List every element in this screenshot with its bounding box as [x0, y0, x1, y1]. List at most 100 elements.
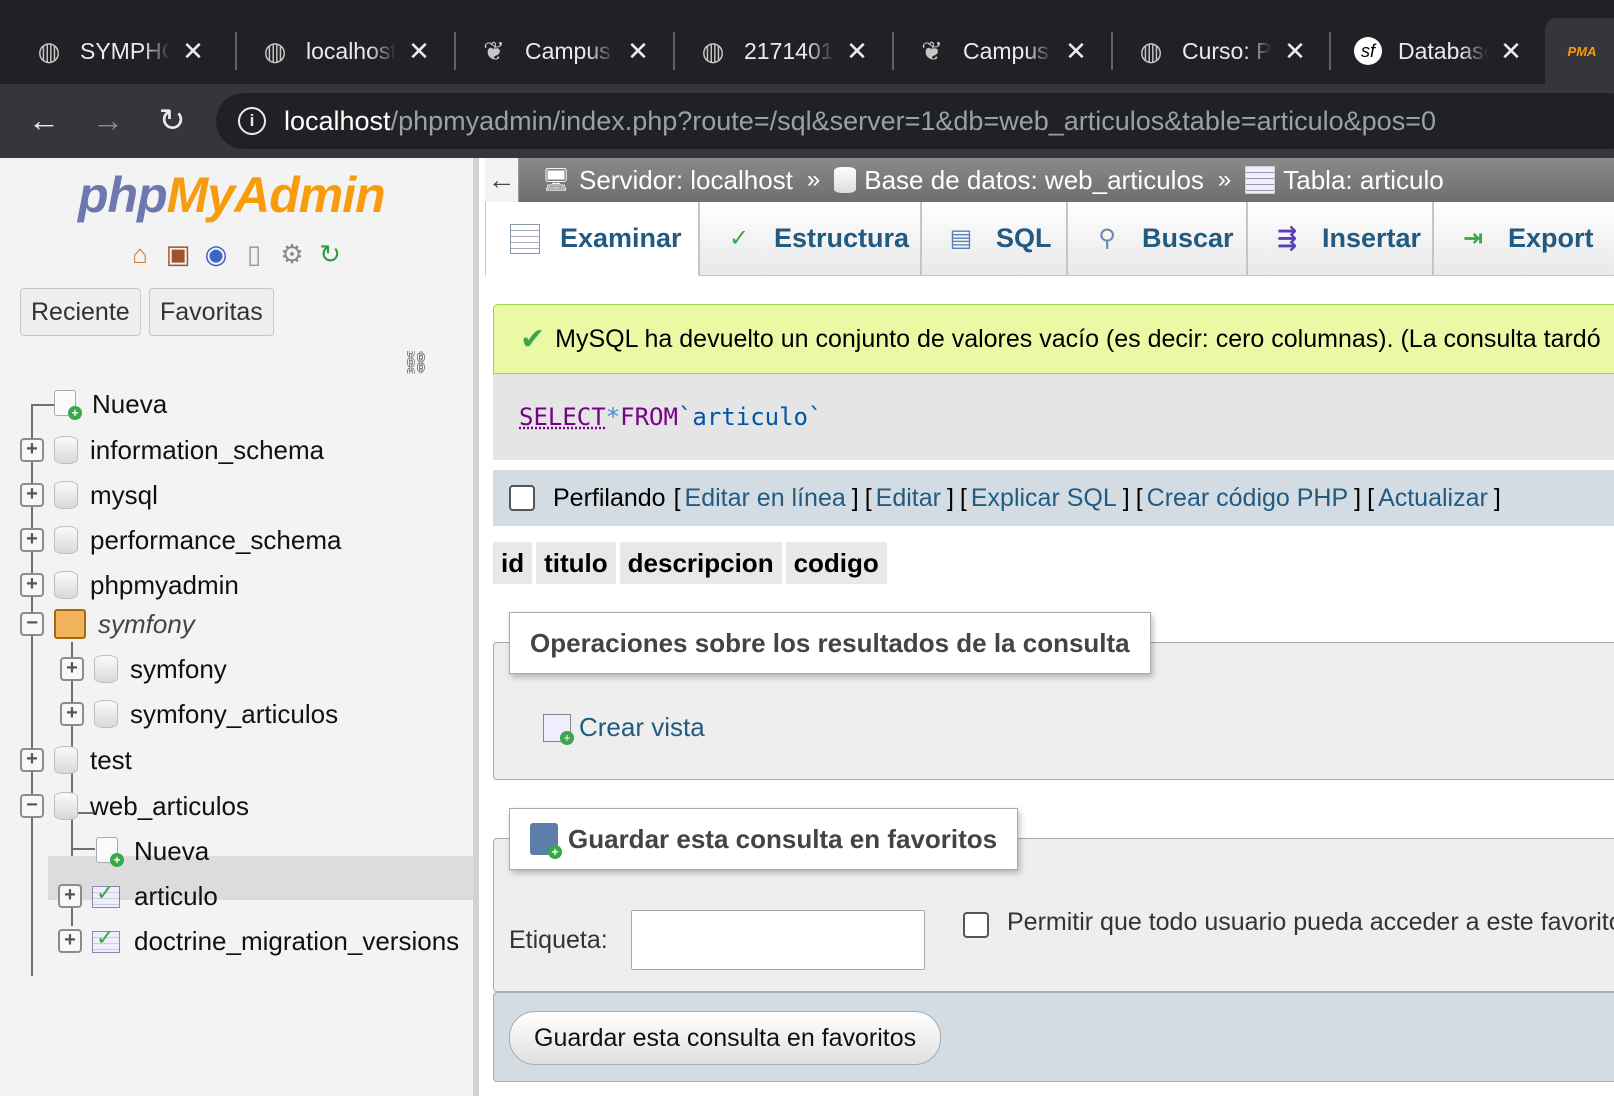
url-text[interactable]: localhost/phpmyadmin/index.php?route=/sq… [284, 106, 1436, 137]
tree-item-new-table[interactable]: + Nueva [62, 831, 209, 871]
create-php-code-link[interactable]: Crear código PHP [1147, 484, 1348, 513]
browser-tab[interactable]: ❦ Campus ✕ [895, 18, 1089, 84]
link-icon[interactable]: ⛓ [402, 350, 430, 376]
expand-icon[interactable]: + [20, 528, 44, 552]
home-icon[interactable]: ⌂ [124, 238, 156, 270]
tree-item-label: symfony [98, 608, 195, 639]
tree-item-symfony[interactable]: + symfony [60, 649, 227, 689]
tab-browse[interactable]: Examinar [485, 202, 699, 276]
help-icon[interactable]: ◉ [200, 238, 232, 270]
tree-item-new[interactable]: + Nueva [20, 384, 167, 424]
tree-item-label: performance_schema [90, 524, 342, 555]
edit-link[interactable]: Editar [876, 484, 941, 513]
refresh-icon[interactable]: ↻ [314, 238, 346, 270]
tree-item-label: mysql [90, 479, 158, 510]
collapse-icon[interactable]: − [20, 794, 44, 818]
edit-inline-link[interactable]: Editar en línea [685, 484, 846, 513]
close-icon[interactable]: ✕ [1498, 36, 1524, 67]
tree-item-web-articulos[interactable]: − web_articulos [20, 786, 249, 826]
database-icon [54, 746, 78, 774]
expand-icon[interactable]: + [20, 748, 44, 772]
docs-icon[interactable]: ▯ [238, 238, 270, 270]
save-bookmark-button[interactable]: Guardar esta consulta en favoritos [509, 1011, 942, 1065]
column-header[interactable]: titulo [536, 542, 616, 584]
browser-tab[interactable]: ❦ Campus ✕ [457, 18, 651, 84]
tab-label: Examinar [560, 223, 682, 253]
collapse-nav-button[interactable]: ← [485, 158, 519, 202]
shared-bookmark-checkbox[interactable] [963, 912, 989, 938]
logo-php: php [78, 167, 168, 223]
browser-tab[interactable]: ◍ SYMPHONY ✕ [12, 18, 206, 84]
forward-button[interactable]: → [86, 98, 130, 142]
browser-tab[interactable]: ◍ 2171401 ✕ [676, 18, 870, 84]
tree-item-label: Nueva [92, 388, 168, 419]
database-icon [54, 792, 78, 820]
tab-search[interactable]: ⚲ Buscar [1067, 202, 1247, 276]
expand-icon[interactable]: + [58, 884, 82, 908]
address-bar[interactable]: i localhost/phpmyadmin/index.php?route=/… [216, 93, 1614, 149]
collapse-icon[interactable]: − [20, 612, 44, 636]
server-icon: 🖥 [542, 167, 570, 192]
profiling-checkbox[interactable] [509, 485, 535, 511]
tab-structure[interactable]: ✓ Estructura [699, 202, 921, 276]
expand-icon[interactable]: + [20, 438, 44, 462]
tab-sql[interactable]: ▤ SQL [921, 202, 1067, 276]
breadcrumb-separator: » [1217, 166, 1232, 193]
refresh-link[interactable]: Actualizar [1378, 484, 1488, 513]
column-header[interactable]: codigo [785, 542, 887, 584]
expand-icon[interactable]: + [20, 483, 44, 507]
breadcrumb-table[interactable]: Tabla: articulo [1245, 165, 1444, 196]
tree-item-mysql[interactable]: + mysql [20, 475, 158, 515]
close-icon[interactable]: ✕ [180, 36, 206, 67]
tree-item-symfony-articulos[interactable]: + symfony_articulos [60, 694, 338, 734]
tree-item-doctrine-migration-versions[interactable]: + ✓ doctrine_migration_versions [58, 921, 459, 961]
sql-icon: ▤ [949, 225, 973, 252]
tab-insert[interactable]: ⇶ Insertar [1247, 202, 1433, 276]
tab-label: Insertar [1322, 223, 1422, 253]
settings-icon[interactable]: ⚙ [276, 238, 308, 270]
logo-my: My [166, 167, 235, 223]
close-icon[interactable]: ✕ [1063, 36, 1089, 67]
reload-button[interactable]: ↻ [150, 98, 194, 142]
tree-item-information-schema[interactable]: + information_schema [20, 430, 324, 470]
browser-tab[interactable]: sf Database ✕ [1332, 18, 1524, 84]
expand-icon[interactable]: + [58, 929, 82, 953]
tree-item-test[interactable]: + test [20, 740, 132, 780]
phpmyadmin-logo[interactable]: phpMyAdmin [78, 166, 386, 224]
logout-icon[interactable]: ▣ [162, 238, 194, 270]
browser-tab[interactable]: ◍ localhost ✕ [238, 18, 432, 84]
expand-icon[interactable]: + [60, 702, 84, 726]
close-icon[interactable]: ✕ [625, 36, 651, 67]
tree-item-articulo[interactable]: + ✓ articulo [58, 876, 218, 916]
breadcrumb-server[interactable]: 🖥 Servidor: localhost [541, 165, 793, 196]
column-header[interactable]: id [493, 542, 533, 584]
sql-query-display[interactable]: SELECT * FROM `articulo` [493, 374, 1614, 460]
recent-button[interactable]: Reciente [20, 288, 141, 336]
bookmark-label-input[interactable] [631, 910, 925, 970]
expand-icon[interactable]: + [60, 657, 84, 681]
breadcrumb-database[interactable]: Base de datos: web_articulos [834, 165, 1204, 196]
explain-sql-link[interactable]: Explicar SQL [971, 484, 1117, 513]
column-header[interactable]: descripcion [619, 542, 782, 584]
favorites-button[interactable]: Favoritas [149, 288, 274, 336]
expand-icon[interactable]: + [20, 573, 44, 597]
tab-export[interactable]: ⇥ Export [1433, 202, 1614, 276]
browser-tab-strip: ◍ SYMPHONY ✕ ◍ localhost ✕ ❦ Campus ✕ ◍ … [0, 0, 1614, 84]
navigation-panel: phpMyAdmin ⌂ ▣ ◉ ▯ ⚙ ↻ Reciente Favorita… [0, 158, 479, 1096]
browser-tab[interactable]: ◍ Curso: P ✕ [1114, 18, 1308, 84]
tree-item-phpmyadmin[interactable]: + phpmyadmin [20, 565, 239, 605]
close-icon[interactable]: ✕ [1282, 36, 1308, 67]
close-icon[interactable]: ✕ [406, 36, 432, 67]
tree-item-symfony-group[interactable]: − symfony [20, 604, 195, 644]
tree-item-performance-schema[interactable]: + performance_schema [20, 520, 341, 560]
tree-item-label: articulo [134, 880, 218, 911]
tree-item-label: Nueva [134, 835, 210, 866]
search-icon: ⚲ [1098, 225, 1116, 252]
create-view-link[interactable]: Crear vista [543, 712, 705, 745]
info-icon[interactable]: i [238, 107, 266, 135]
database-icon [54, 571, 78, 599]
browser-tab-active[interactable]: PMA [1545, 18, 1614, 84]
back-button[interactable]: ← [22, 98, 66, 142]
tab-title: Database [1398, 37, 1488, 64]
close-icon[interactable]: ✕ [844, 36, 870, 67]
